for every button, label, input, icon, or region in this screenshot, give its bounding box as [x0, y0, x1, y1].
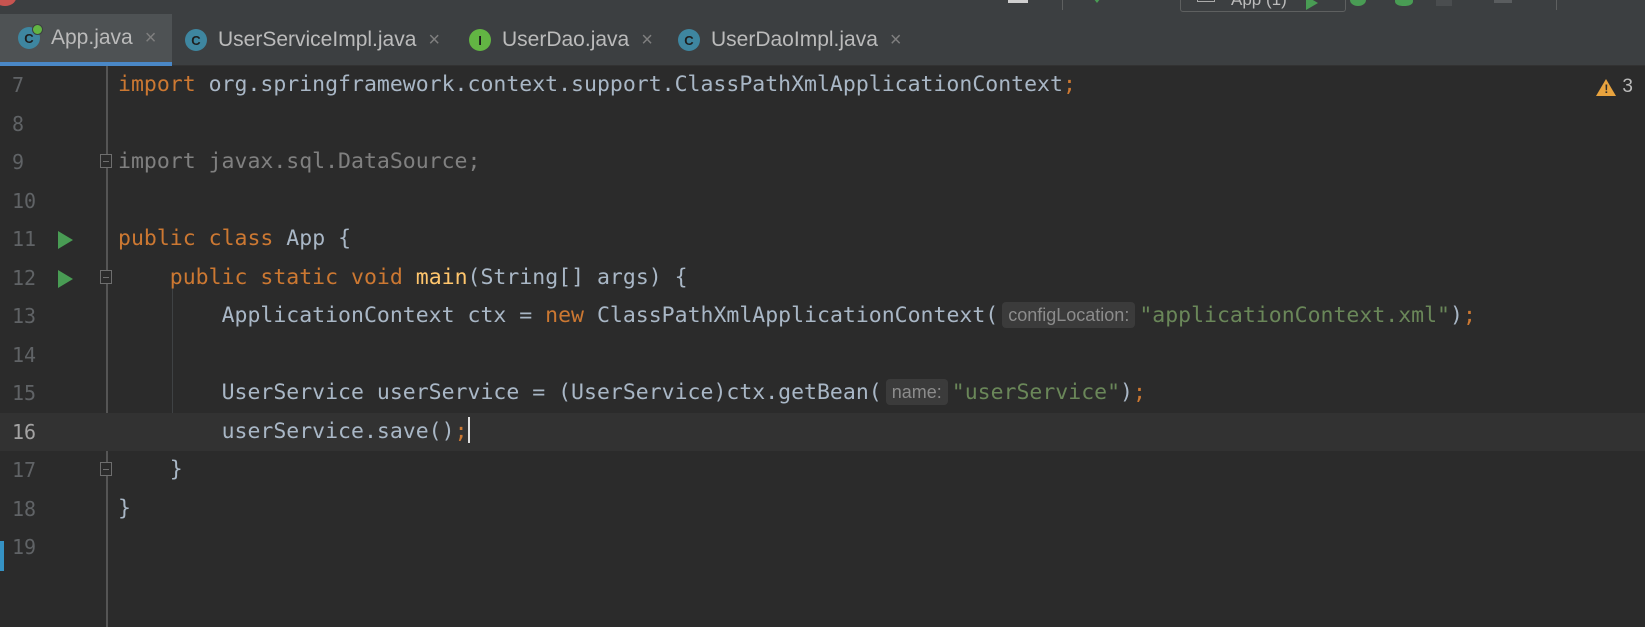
- code-line-current: 16 userService.save();: [0, 412, 1645, 451]
- code-line: 11 public class App {: [0, 220, 1645, 259]
- fold-icon[interactable]: [100, 154, 112, 168]
- code-text[interactable]: public class App {: [118, 220, 351, 258]
- stop-icon[interactable]: [1494, 0, 1512, 3]
- code-line: 12 public static void main(String[] args…: [0, 259, 1645, 298]
- code-text[interactable]: public static void main(String[] args) {: [118, 259, 688, 297]
- tab-label: UserServiceImpl.java: [218, 28, 417, 51]
- run-config-icon: [1197, 0, 1215, 2]
- line-number: 15: [12, 381, 37, 405]
- run-method-icon[interactable]: [58, 269, 73, 288]
- code-text[interactable]: import org.springframework.context.suppo…: [118, 66, 1076, 104]
- line-number: 8: [12, 111, 25, 136]
- editor-tab-bar: C App.java × C UserServiceImpl.java × I …: [0, 14, 1645, 66]
- coverage-icon[interactable]: [1395, 0, 1413, 6]
- code-line: 17 }: [0, 451, 1645, 490]
- code-line: 7 import org.springframework.context.sup…: [0, 66, 1645, 105]
- line-number: 16: [12, 419, 37, 444]
- line-number: 10: [12, 188, 37, 213]
- class-run-icon: C: [18, 24, 43, 49]
- tab-label: UserDao.java: [502, 28, 630, 51]
- line-number: 19: [12, 535, 37, 559]
- line-number: 11: [12, 227, 37, 251]
- code-line: 10: [0, 182, 1645, 221]
- line-number: 7: [12, 73, 25, 97]
- tab-userdao-java[interactable]: I UserDao.java ×: [469, 14, 669, 66]
- code-text[interactable]: import javax.sql.DataSource;: [118, 143, 480, 181]
- tab-app-java[interactable]: C App.java ×: [0, 14, 172, 66]
- line-number: 14: [12, 342, 37, 367]
- class-icon: C: [185, 29, 207, 51]
- run-class-icon[interactable]: [58, 231, 73, 249]
- tab-userdaoimpl-java[interactable]: C UserDaoImpl.java ×: [678, 14, 918, 66]
- code-line: 18 }: [0, 490, 1645, 529]
- toolbar-separator-2: [1556, 0, 1557, 10]
- line-number: 12: [12, 265, 37, 290]
- line-number: 18: [12, 496, 37, 521]
- code-text[interactable]: }: [118, 490, 131, 528]
- hammer-icon[interactable]: [1008, 0, 1028, 3]
- code-text[interactable]: userService.save();: [118, 413, 470, 451]
- tab-label: UserDaoImpl.java: [711, 28, 878, 51]
- main-toolbar: App (1): [0, 0, 1645, 14]
- tab-userserviceimpl-java[interactable]: C UserServiceImpl.java ×: [185, 14, 455, 66]
- vcs-update-icon[interactable]: [1090, 0, 1104, 3]
- class-icon: C: [678, 29, 700, 51]
- text-caret: [467, 416, 470, 443]
- code-line: 8: [0, 105, 1645, 144]
- code-text[interactable]: ApplicationContext ctx = new ClassPathXm…: [118, 297, 1476, 335]
- app-logo-icon: [0, 0, 16, 6]
- tab-label: App.java: [51, 26, 133, 49]
- line-number: 17: [12, 458, 37, 482]
- debug-icon[interactable]: [1350, 0, 1366, 6]
- fold-icon[interactable]: [100, 462, 112, 476]
- code-line: 14: [0, 336, 1645, 375]
- code-text[interactable]: }: [118, 451, 183, 489]
- code-text[interactable]: UserService userService = (UserService)c…: [118, 374, 1146, 412]
- run-config-label: App (1): [1231, 0, 1287, 9]
- parameter-hint: name:: [885, 379, 948, 405]
- close-icon[interactable]: ×: [428, 29, 440, 52]
- profile-icon[interactable]: [1436, 0, 1452, 6]
- code-line: 19: [0, 528, 1645, 567]
- close-icon[interactable]: ×: [641, 29, 653, 52]
- close-icon[interactable]: ×: [145, 27, 157, 50]
- interface-icon: I: [469, 29, 491, 51]
- parameter-hint: configLocation:: [1002, 302, 1136, 328]
- line-number: 13: [12, 304, 37, 328]
- run-icon[interactable]: [1306, 0, 1318, 10]
- code-editor[interactable]: ! 3 7 import org.springframework.context…: [0, 66, 1645, 627]
- code-line: 13 ApplicationContext ctx = new ClassPat…: [0, 297, 1645, 336]
- run-configuration-select[interactable]: App (1): [1180, 0, 1346, 12]
- fold-icon[interactable]: [100, 269, 112, 284]
- bookmark-marker: [0, 541, 4, 571]
- code-line: 9 import javax.sql.DataSource;: [0, 143, 1645, 182]
- close-icon[interactable]: ×: [890, 29, 902, 52]
- line-number: 9: [12, 150, 25, 174]
- toolbar-separator: [1062, 0, 1063, 10]
- code-line: 15 UserService userService = (UserServic…: [0, 374, 1645, 413]
